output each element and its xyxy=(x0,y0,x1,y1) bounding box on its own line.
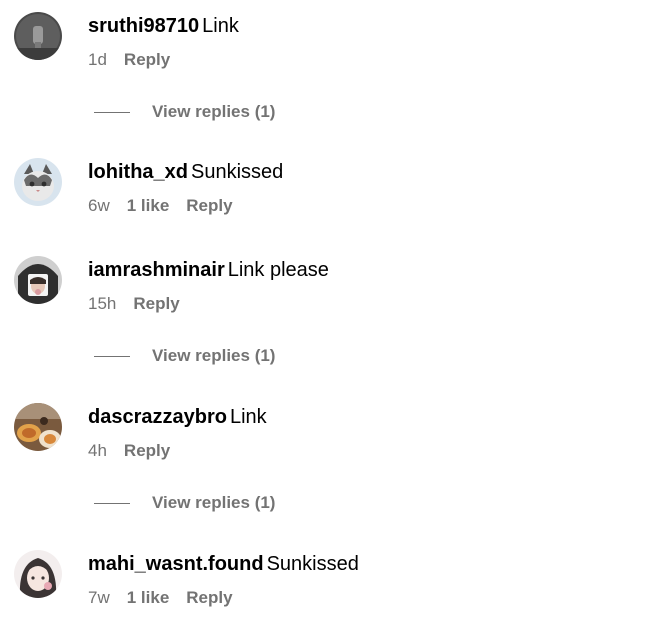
comment-username[interactable]: iamrashminair xyxy=(88,259,225,281)
avatar[interactable] xyxy=(14,158,62,206)
replies-divider xyxy=(94,355,130,357)
comment-text: Link xyxy=(202,15,239,37)
comment-timestamp[interactable]: 15h xyxy=(88,294,116,313)
view-replies-label: View replies (1) xyxy=(152,102,276,121)
comment-username[interactable]: sruthi98710 xyxy=(88,15,199,37)
likes-count[interactable]: 1 like xyxy=(127,196,170,215)
view-replies-button[interactable]: View replies (1) xyxy=(94,493,275,513)
reply-button[interactable]: Reply xyxy=(133,294,179,313)
reply-button[interactable]: Reply xyxy=(124,441,170,460)
comment-username[interactable]: lohitha_xd xyxy=(88,161,188,183)
avatar[interactable] xyxy=(14,403,62,451)
comment-timestamp[interactable]: 4h xyxy=(88,441,107,460)
reply-button[interactable]: Reply xyxy=(186,588,232,607)
user-avatar-anime-icon xyxy=(14,550,62,598)
avatar[interactable] xyxy=(14,550,62,598)
reply-button[interactable]: Reply xyxy=(124,50,170,69)
comment-text: Sunkissed xyxy=(266,553,359,575)
replies-divider xyxy=(94,502,130,504)
comments-list: sruthi98710 Link 1d Reply View replies (1) xyxy=(0,0,660,631)
comment-timestamp[interactable]: 1d xyxy=(88,50,107,69)
avatar[interactable] xyxy=(14,256,62,304)
user-avatar-portrait-icon xyxy=(14,256,62,304)
comment-username[interactable]: dascrazzaybro xyxy=(88,406,227,428)
user-avatar-cat-icon xyxy=(14,158,62,206)
likes-count[interactable]: 1 like xyxy=(127,588,170,607)
comment-timestamp[interactable]: 6w xyxy=(88,196,110,215)
reply-button[interactable]: Reply xyxy=(186,196,232,215)
user-avatar-dark-icon xyxy=(14,12,62,60)
comment-text: Link please xyxy=(227,259,329,281)
comment-username[interactable]: mahi_wasnt.found xyxy=(88,553,264,575)
view-replies-button[interactable]: View replies (1) xyxy=(94,102,275,122)
view-replies-label: View replies (1) xyxy=(152,346,276,365)
comment-timestamp[interactable]: 7w xyxy=(88,588,110,607)
comment-text: Link xyxy=(229,406,267,428)
view-replies-label: View replies (1) xyxy=(152,493,276,512)
user-avatar-food-icon xyxy=(14,403,62,451)
avatar[interactable] xyxy=(14,12,62,60)
replies-divider xyxy=(94,111,130,113)
view-replies-button[interactable]: View replies (1) xyxy=(94,346,275,366)
comment-text: Sunkissed xyxy=(191,161,284,183)
